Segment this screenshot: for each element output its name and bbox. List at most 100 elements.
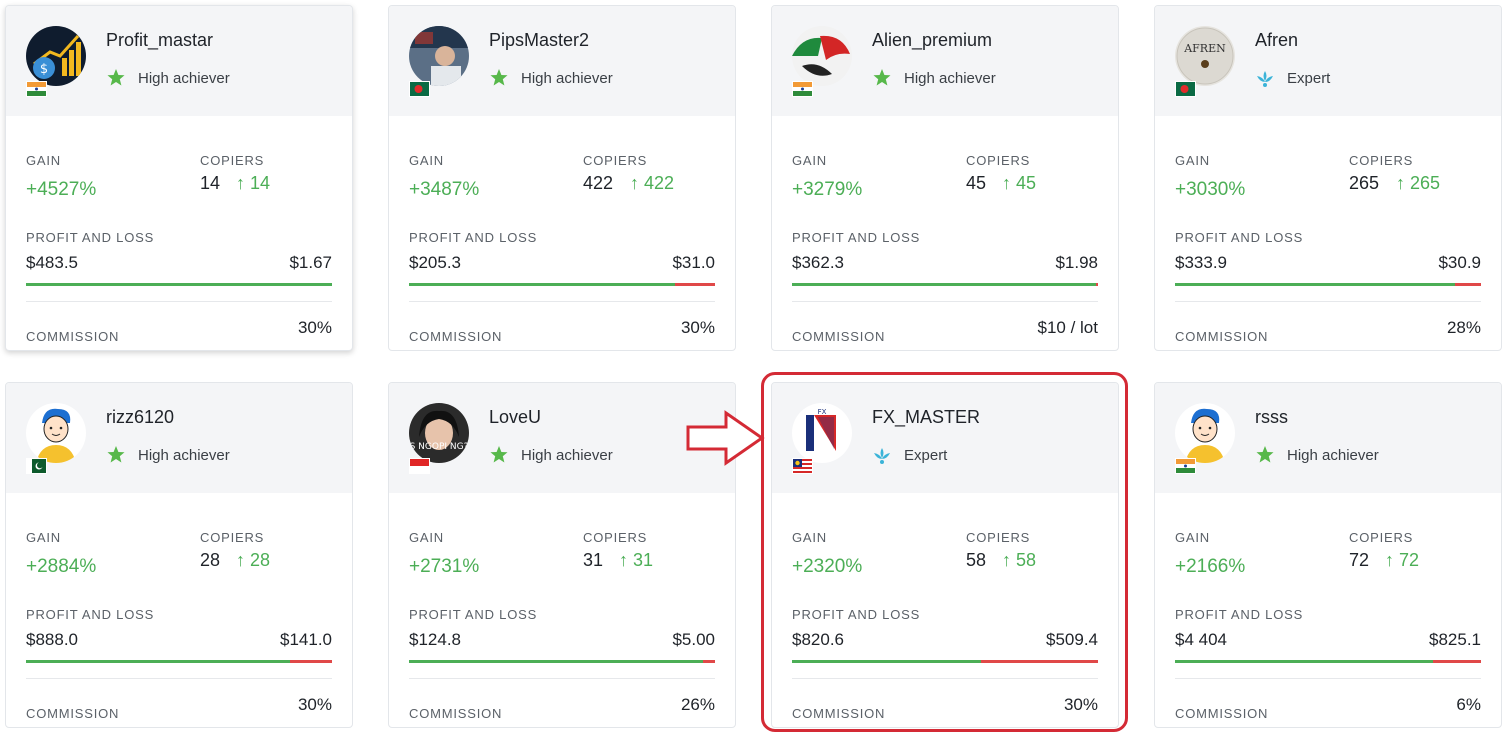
- gain-value: +2320%: [792, 556, 863, 577]
- trader-card[interactable]: rsss High achiever GAIN +2166% COPIERS 72 ↑ 72…: [1154, 382, 1502, 728]
- copiers-delta-value: 72: [1399, 550, 1420, 570]
- arrow-up-icon: ↑: [1396, 173, 1411, 193]
- profit-and-loss-label: PROFIT AND LOSS: [26, 607, 155, 622]
- trader-name[interactable]: Alien_premium: [872, 30, 992, 51]
- gain-label: GAIN: [26, 530, 61, 545]
- trader-card[interactable]: rizz6120 High achiever GAIN +2884% COPIERS 28…: [5, 382, 353, 728]
- trader-name[interactable]: PipsMaster2: [489, 30, 589, 51]
- card-header: AFREN Afren Expert: [1155, 6, 1501, 116]
- copiers-value: 14: [200, 173, 221, 193]
- svg-text:S NGOPI NG?: S NGOPI NG?: [410, 442, 469, 452]
- copiers-label: COPIERS: [200, 530, 265, 545]
- loss-value: $509.4: [1046, 630, 1098, 649]
- copiers-label: COPIERS: [583, 153, 648, 168]
- gain-label: GAIN: [409, 530, 444, 545]
- badge-label: High achiever: [521, 69, 613, 87]
- copiers-delta-value: 58: [1016, 550, 1037, 570]
- trader-card[interactable]: Alien_premium High achiever GAIN +3279% COPI…: [771, 5, 1119, 351]
- money-bag-chart-avatar[interactable]: $: [26, 26, 86, 86]
- person-photo-avatar[interactable]: [409, 26, 469, 86]
- profit-value: $362.3: [792, 253, 844, 272]
- trader-badge: Expert: [1255, 68, 1330, 88]
- badge-label: Expert: [904, 446, 948, 464]
- commission-label: COMMISSION: [1175, 329, 1269, 344]
- svg-text:AFREN: AFREN: [1183, 42, 1226, 55]
- card-header: Alien_premium High achiever: [772, 6, 1118, 116]
- arrow-up-icon: ↑: [1002, 550, 1017, 570]
- india-flag-icon: [1175, 458, 1196, 474]
- india-flag-icon: [26, 81, 47, 97]
- trader-name[interactable]: Profit_mastar: [106, 30, 213, 51]
- copiers-label: COPIERS: [1349, 530, 1414, 545]
- trader-card[interactable]: AFREN Afren Expert GAIN +3030% COPIERS 265 ↑ 26…: [1154, 5, 1502, 351]
- loss-value: $30.9: [1438, 253, 1481, 272]
- afren-logo-avatar[interactable]: AFREN: [1175, 26, 1235, 86]
- card-body: GAIN +2320% COPIERS 58 ↑ 58 PROFIT AND LOSS $8…: [772, 493, 1118, 727]
- trader-card[interactable]: FX FX_MASTER Expert GAIN +2320% COPIERS 58 ↑ 58…: [771, 382, 1119, 728]
- trader-badge: High achiever: [106, 68, 230, 88]
- card-body: GAIN +4527% COPIERS 14 ↑ 14 PROFIT AND LOSS $4…: [6, 116, 352, 350]
- trader-name[interactable]: FX_MASTER: [872, 407, 980, 428]
- profit-loss-bar-fill: [1175, 660, 1433, 663]
- copiers-value: 72: [1349, 550, 1370, 570]
- trader-card[interactable]: S NGOPI NG? LoveU High achiever GAIN +2731% C…: [388, 382, 736, 728]
- trader-badge: High achiever: [106, 445, 230, 465]
- copiers-delta: ↑ 265: [1396, 173, 1440, 194]
- trader-name[interactable]: Afren: [1255, 30, 1298, 51]
- trader-card[interactable]: PipsMaster2 High achiever GAIN +3487% COPIER…: [388, 5, 736, 351]
- arrow-up-icon: ↑: [236, 173, 251, 193]
- copiers-delta-value: 265: [1410, 173, 1441, 193]
- trader-badge: High achiever: [872, 68, 996, 88]
- profit-loss-bar: [1175, 660, 1481, 663]
- bull-bear-avatar[interactable]: [792, 26, 852, 86]
- card-body: GAIN +2884% COPIERS 28 ↑ 28 PROFIT AND LOSS $8…: [6, 493, 352, 727]
- profit-loss-bar-fill: [26, 283, 332, 286]
- gain-label: GAIN: [1175, 153, 1210, 168]
- card-body: GAIN +2166% COPIERS 72 ↑ 72 PROFIT AND LOSS $4…: [1155, 493, 1501, 727]
- commission-label: COMMISSION: [409, 329, 503, 344]
- profit-value: $205.3: [409, 253, 461, 272]
- profit-loss-bar-fill: [409, 660, 704, 663]
- profit-value: $124.8: [409, 630, 461, 649]
- trader-card[interactable]: $ Profit_mastar High achiever GAIN +4527% COP…: [5, 5, 353, 351]
- gain-value: +3487%: [409, 179, 480, 200]
- copiers-label: COPIERS: [966, 153, 1031, 168]
- card-header: S NGOPI NG? LoveU High achiever: [389, 383, 735, 493]
- divider: [26, 301, 332, 302]
- profit-loss-bar-fill: [1175, 283, 1455, 286]
- copiers-delta: ↑ 58: [1002, 550, 1036, 571]
- commission-value: 30%: [297, 318, 332, 337]
- gain-value: +2884%: [26, 556, 97, 577]
- gain-label: GAIN: [792, 530, 827, 545]
- copiers-value: 58: [966, 550, 987, 570]
- copiers-label: COPIERS: [966, 530, 1031, 545]
- trader-name[interactable]: rsss: [1255, 407, 1288, 428]
- badge-label: High achiever: [138, 446, 230, 464]
- gain-label: GAIN: [26, 153, 61, 168]
- trader-name[interactable]: LoveU: [489, 407, 541, 428]
- arrow-up-icon: ↑: [1385, 550, 1400, 570]
- woman-photo-avatar[interactable]: S NGOPI NG?: [409, 403, 469, 463]
- gain-value: +3279%: [792, 179, 863, 200]
- copiers-value: 45: [966, 173, 987, 193]
- profit-value: $820.6: [792, 630, 844, 649]
- cartoon-person-avatar[interactable]: [26, 403, 86, 463]
- cartoon-person-avatar[interactable]: [1175, 403, 1235, 463]
- card-header: FX FX_MASTER Expert: [772, 383, 1118, 493]
- bangladesh-flag-icon: [409, 81, 430, 97]
- loss-value: $5.00: [672, 630, 715, 649]
- gain-value: +3030%: [1175, 179, 1246, 200]
- fx-master-logo-avatar[interactable]: FX: [792, 403, 852, 463]
- trader-badge: Expert: [872, 445, 947, 465]
- malaysia-flag-icon: [792, 458, 813, 474]
- trader-name[interactable]: rizz6120: [106, 407, 174, 428]
- copiers-delta: ↑ 72: [1385, 550, 1419, 571]
- copiers-delta: ↑ 422: [630, 173, 674, 194]
- profit-and-loss-label: PROFIT AND LOSS: [26, 230, 155, 245]
- profit-loss-bar: [26, 660, 332, 663]
- divider: [409, 678, 715, 679]
- loss-value: $825.1: [1429, 630, 1481, 649]
- copiers-delta-value: 31: [633, 550, 654, 570]
- star-achiever-icon: [1255, 445, 1275, 465]
- profit-loss-bar: [792, 283, 1098, 286]
